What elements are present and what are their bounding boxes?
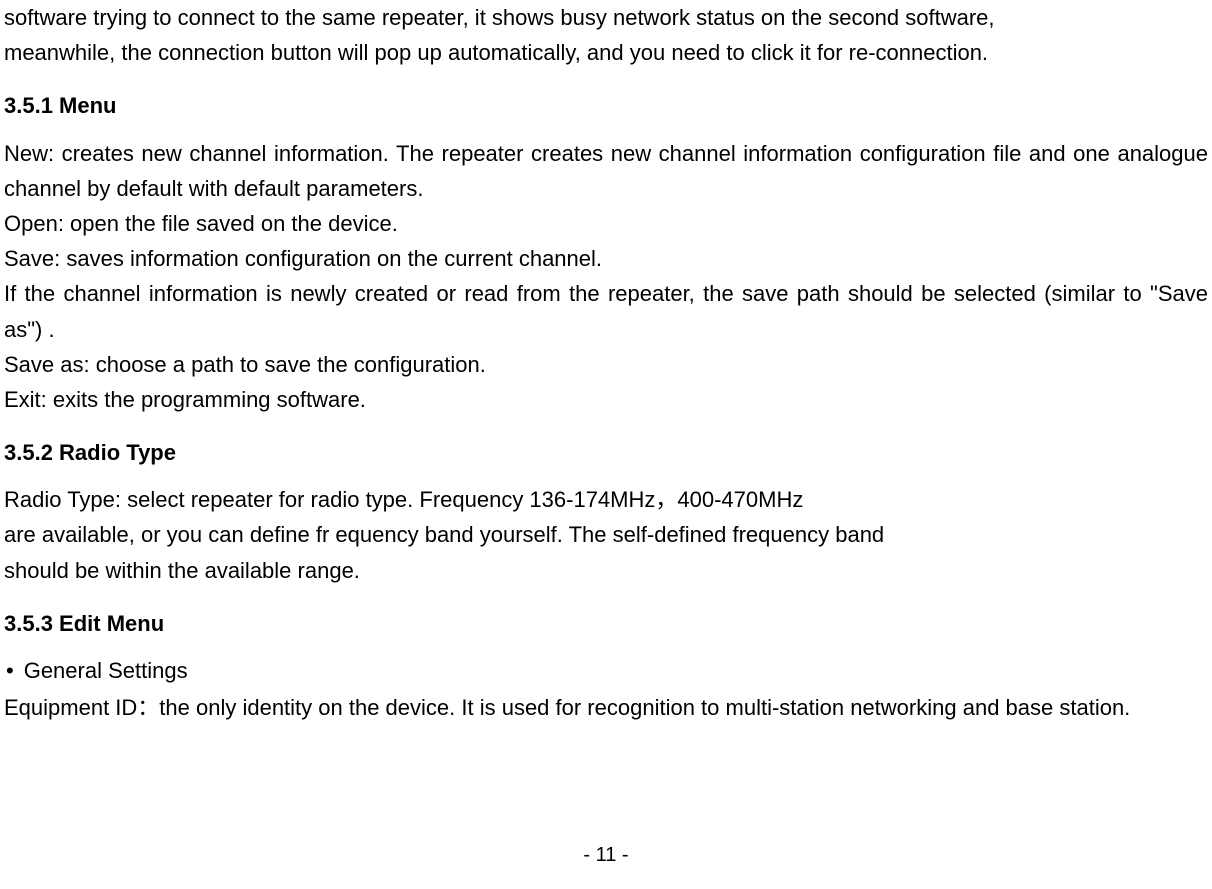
radio-type-line-1: Radio Type: select repeater for radio ty… — [4, 482, 1208, 517]
heading-3-5-2: 3.5.2 Radio Type — [4, 435, 1208, 470]
equipment-id-desc: Equipment ID：the only identity on the de… — [4, 690, 1208, 725]
page-number: - 11 - — [0, 839, 1212, 871]
document-page: software trying to connect to the same r… — [0, 0, 1212, 889]
intro-line-2: meanwhile, the connection button will po… — [4, 35, 1208, 70]
bullet-general-settings-label: General Settings — [24, 653, 188, 688]
menu-save: Save: saves information configuration on… — [4, 241, 1208, 276]
menu-exit: Exit: exits the programming software. — [4, 382, 1208, 417]
menu-new: New: creates new channel information. Th… — [4, 136, 1208, 206]
bullet-dot-icon: • — [4, 653, 24, 688]
menu-save-note: If the channel information is newly crea… — [4, 276, 1208, 346]
menu-open: Open: open the file saved on the device. — [4, 206, 1208, 241]
menu-save-as: Save as: choose a path to save the confi… — [4, 347, 1208, 382]
radio-type-line-2: are available, or you can define fr eque… — [4, 517, 1208, 552]
intro-line-1: software trying to connect to the same r… — [4, 0, 1208, 35]
radio-type-line-3: should be within the available range. — [4, 553, 1208, 588]
bullet-general-settings: • General Settings — [4, 653, 1208, 688]
heading-3-5-3: 3.5.3 Edit Menu — [4, 606, 1208, 641]
heading-3-5-1: 3.5.1 Menu — [4, 88, 1208, 123]
